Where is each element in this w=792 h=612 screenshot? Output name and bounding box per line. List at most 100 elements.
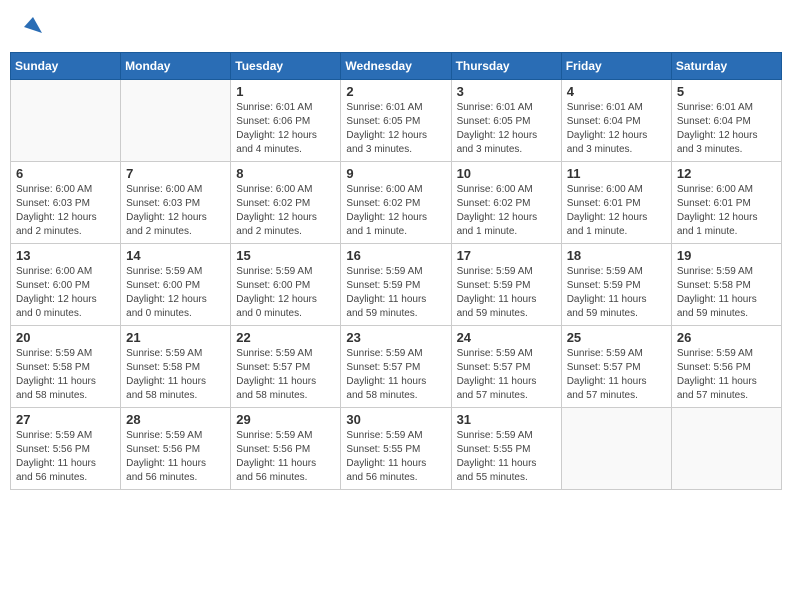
day-number: 1 — [236, 84, 335, 99]
calendar-cell: 12 Sunrise: 6:00 AMSunset: 6:01 PMDayligh… — [671, 162, 781, 244]
calendar-cell: 26 Sunrise: 5:59 AMSunset: 5:56 PMDayligh… — [671, 326, 781, 408]
day-number: 16 — [346, 248, 445, 263]
calendar-cell: 19 Sunrise: 5:59 AMSunset: 5:58 PMDayligh… — [671, 244, 781, 326]
header-day-wednesday: Wednesday — [341, 53, 451, 80]
day-number: 7 — [126, 166, 225, 181]
calendar-week-5: 27 Sunrise: 5:59 AMSunset: 5:56 PMDayligh… — [11, 408, 782, 490]
day-detail: Sunrise: 5:59 AMSunset: 5:58 PMDaylight:… — [16, 347, 115, 403]
day-detail: Sunrise: 5:59 AMSunset: 5:56 PMDaylight:… — [677, 347, 776, 403]
calendar-cell: 24 Sunrise: 5:59 AMSunset: 5:57 PMDayligh… — [451, 326, 561, 408]
calendar-cell — [561, 408, 671, 490]
calendar-week-3: 13 Sunrise: 6:00 AMSunset: 6:00 PMDayligh… — [11, 244, 782, 326]
calendar-cell: 20 Sunrise: 5:59 AMSunset: 5:58 PMDayligh… — [11, 326, 121, 408]
calendar-cell: 28Sunrise: 5:59 AMSunset: 5:56 PMDayligh… — [121, 408, 231, 490]
day-detail: Sunrise: 6:00 AMSunset: 6:02 PMDaylight:… — [236, 183, 335, 239]
calendar-cell: 15 Sunrise: 5:59 AMSunset: 6:00 PMDayligh… — [231, 244, 341, 326]
calendar-body: 1Sunrise: 6:01 AMSunset: 6:06 PMDaylight… — [11, 80, 782, 490]
day-detail: Sunrise: 6:00 AMSunset: 6:03 PMDaylight:… — [126, 183, 225, 239]
day-detail: Sunrise: 5:59 AMSunset: 5:55 PMDaylight:… — [346, 429, 445, 485]
calendar-cell: 7 Sunrise: 6:00 AMSunset: 6:03 PMDaylight… — [121, 162, 231, 244]
day-number: 30 — [346, 412, 445, 427]
day-number: 20 — [16, 330, 115, 345]
calendar-cell: 9 Sunrise: 6:00 AMSunset: 6:02 PMDaylight… — [341, 162, 451, 244]
day-number: 2 — [346, 84, 445, 99]
calendar-cell: 11 Sunrise: 6:00 AMSunset: 6:01 PMDayligh… — [561, 162, 671, 244]
day-number: 6 — [16, 166, 115, 181]
day-detail: Sunrise: 5:59 AMSunset: 6:00 PMDaylight:… — [126, 265, 225, 321]
calendar-cell: 13 Sunrise: 6:00 AMSunset: 6:00 PMDayligh… — [11, 244, 121, 326]
calendar-cell: 31 Sunrise: 5:59 AMSunset: 5:55 PMDayligh… — [451, 408, 561, 490]
day-detail: Sunrise: 5:59 AMSunset: 5:58 PMDaylight:… — [677, 265, 776, 321]
calendar-cell: 4 Sunrise: 6:01 AMSunset: 6:04 PMDaylight… — [561, 80, 671, 162]
calendar-cell: 3 Sunrise: 6:01 AMSunset: 6:05 PMDaylight… — [451, 80, 561, 162]
day-detail: Sunrise: 5:59 AMSunset: 5:57 PMDaylight:… — [236, 347, 335, 403]
day-number: 21 — [126, 330, 225, 345]
day-detail: Sunrise: 6:00 AMSunset: 6:01 PMDaylight:… — [677, 183, 776, 239]
day-detail: Sunrise: 6:01 AMSunset: 6:04 PMDaylight:… — [677, 101, 776, 157]
header-day-thursday: Thursday — [451, 53, 561, 80]
day-detail: Sunrise: 6:00 AMSunset: 6:00 PMDaylight:… — [16, 265, 115, 321]
day-number: 29 — [236, 412, 335, 427]
day-detail: Sunrise: 6:00 AMSunset: 6:03 PMDaylight:… — [16, 183, 115, 239]
calendar-cell: 8 Sunrise: 6:00 AMSunset: 6:02 PMDaylight… — [231, 162, 341, 244]
day-number: 13 — [16, 248, 115, 263]
calendar-cell: 27 Sunrise: 5:59 AMSunset: 5:56 PMDayligh… — [11, 408, 121, 490]
calendar-cell: 6 Sunrise: 6:00 AMSunset: 6:03 PMDaylight… — [11, 162, 121, 244]
header — [10, 10, 782, 42]
day-number: 15 — [236, 248, 335, 263]
calendar-week-2: 6 Sunrise: 6:00 AMSunset: 6:03 PMDaylight… — [11, 162, 782, 244]
day-detail: Sunrise: 5:59 AMSunset: 5:55 PMDaylight:… — [457, 429, 556, 485]
day-detail: Sunrise: 5:59 AMSunset: 5:57 PMDaylight:… — [567, 347, 666, 403]
calendar-cell: 17 Sunrise: 5:59 AMSunset: 5:59 PMDayligh… — [451, 244, 561, 326]
day-detail: Sunrise: 5:59 AMSunset: 6:00 PMDaylight:… — [236, 265, 335, 321]
day-detail: Sunrise: 5:59 AMSunset: 5:59 PMDaylight:… — [346, 265, 445, 321]
calendar-cell: 16 Sunrise: 5:59 AMSunset: 5:59 PMDayligh… — [341, 244, 451, 326]
day-detail: Sunrise: 5:59 AMSunset: 5:57 PMDaylight:… — [457, 347, 556, 403]
calendar-cell: 29Sunrise: 5:59 AMSunset: 5:56 PMDayligh… — [231, 408, 341, 490]
day-number: 5 — [677, 84, 776, 99]
day-detail: Sunrise: 6:00 AMSunset: 6:02 PMDaylight:… — [457, 183, 556, 239]
day-number: 9 — [346, 166, 445, 181]
header-day-tuesday: Tuesday — [231, 53, 341, 80]
day-detail: Sunrise: 5:59 AMSunset: 5:59 PMDaylight:… — [457, 265, 556, 321]
calendar-cell: 10 Sunrise: 6:00 AMSunset: 6:02 PMDayligh… — [451, 162, 561, 244]
day-number: 31 — [457, 412, 556, 427]
day-detail: Sunrise: 6:00 AMSunset: 6:02 PMDaylight:… — [346, 183, 445, 239]
day-number: 12 — [677, 166, 776, 181]
day-number: 18 — [567, 248, 666, 263]
day-number: 4 — [567, 84, 666, 99]
calendar-cell: 25 Sunrise: 5:59 AMSunset: 5:57 PMDayligh… — [561, 326, 671, 408]
calendar-cell: 18 Sunrise: 5:59 AMSunset: 5:59 PMDayligh… — [561, 244, 671, 326]
day-number: 24 — [457, 330, 556, 345]
day-number: 25 — [567, 330, 666, 345]
day-number: 27 — [16, 412, 115, 427]
logo-bird-icon — [22, 15, 44, 37]
day-detail: Sunrise: 5:59 AMSunset: 5:56 PMDaylight:… — [16, 429, 115, 485]
calendar-cell: 30 Sunrise: 5:59 AMSunset: 5:55 PMDayligh… — [341, 408, 451, 490]
calendar-cell: 5 Sunrise: 6:01 AMSunset: 6:04 PMDaylight… — [671, 80, 781, 162]
header-day-friday: Friday — [561, 53, 671, 80]
calendar-table: SundayMondayTuesdayWednesdayThursdayFrid… — [10, 52, 782, 490]
calendar-week-4: 20 Sunrise: 5:59 AMSunset: 5:58 PMDayligh… — [11, 326, 782, 408]
day-number: 8 — [236, 166, 335, 181]
day-detail: Sunrise: 6:01 AMSunset: 6:04 PMDaylight:… — [567, 101, 666, 157]
day-number: 10 — [457, 166, 556, 181]
day-number: 19 — [677, 248, 776, 263]
day-detail: Sunrise: 5:59 AMSunset: 5:57 PMDaylight:… — [346, 347, 445, 403]
calendar-cell: 14 Sunrise: 5:59 AMSunset: 6:00 PMDayligh… — [121, 244, 231, 326]
logo — [20, 15, 44, 37]
calendar-cell — [11, 80, 121, 162]
day-number: 14 — [126, 248, 225, 263]
day-number: 17 — [457, 248, 556, 263]
day-detail: Sunrise: 5:59 AMSunset: 5:59 PMDaylight:… — [567, 265, 666, 321]
calendar-cell: 1Sunrise: 6:01 AMSunset: 6:06 PMDaylight… — [231, 80, 341, 162]
calendar-week-1: 1Sunrise: 6:01 AMSunset: 6:06 PMDaylight… — [11, 80, 782, 162]
calendar-cell: 23Sunrise: 5:59 AMSunset: 5:57 PMDayligh… — [341, 326, 451, 408]
day-detail: Sunrise: 5:59 AMSunset: 5:58 PMDaylight:… — [126, 347, 225, 403]
day-detail: Sunrise: 6:00 AMSunset: 6:01 PMDaylight:… — [567, 183, 666, 239]
day-number: 11 — [567, 166, 666, 181]
day-number: 3 — [457, 84, 556, 99]
header-day-monday: Monday — [121, 53, 231, 80]
day-number: 26 — [677, 330, 776, 345]
day-detail: Sunrise: 6:01 AMSunset: 6:05 PMDaylight:… — [457, 101, 556, 157]
